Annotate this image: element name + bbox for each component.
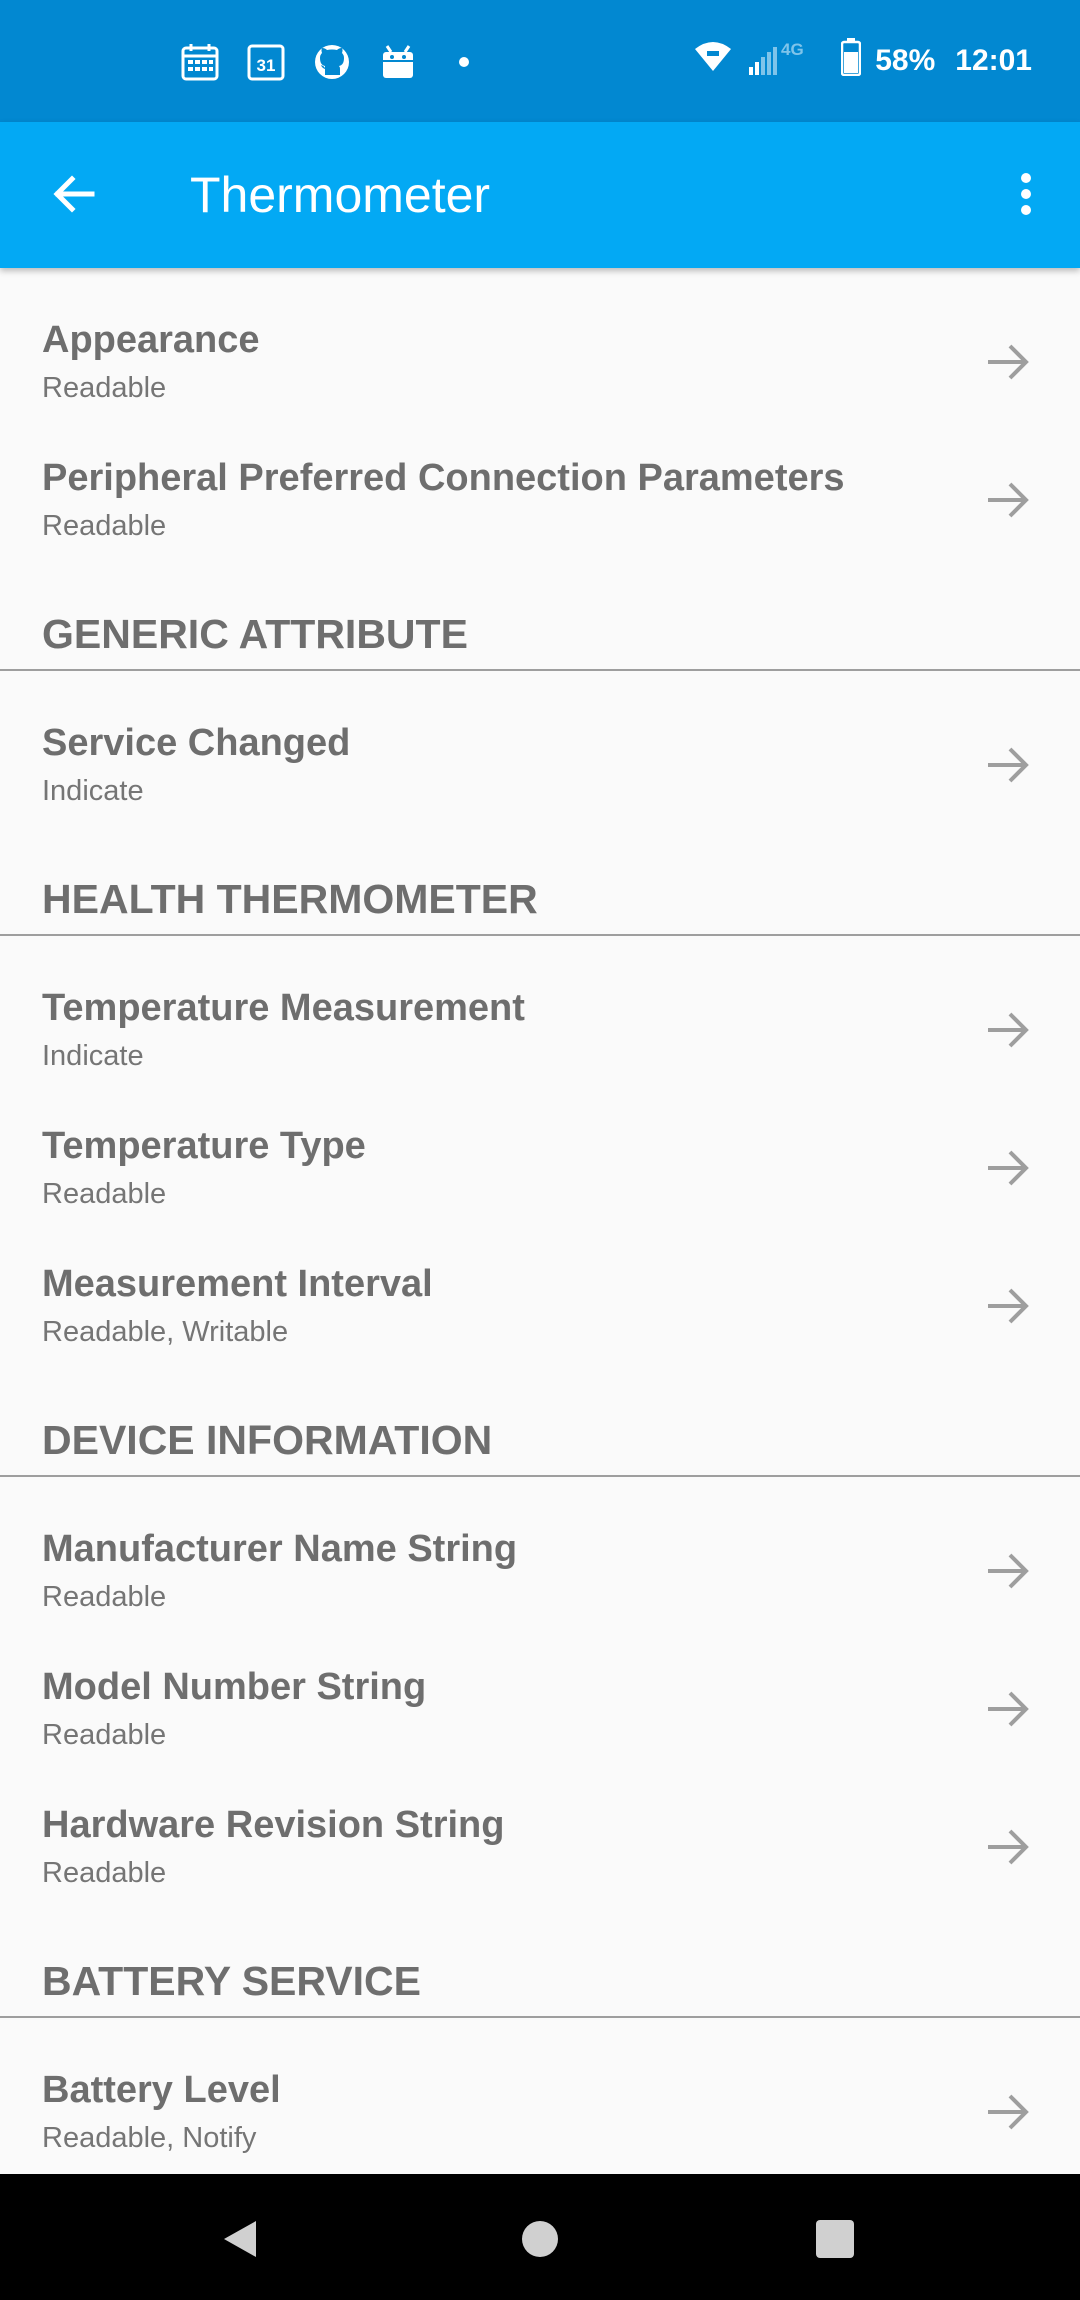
back-triangle-icon bbox=[224, 2221, 256, 2257]
android-icon bbox=[378, 42, 418, 82]
back-button[interactable] bbox=[46, 166, 102, 222]
github-icon bbox=[312, 42, 352, 82]
characteristic-properties: Readable, Notify bbox=[42, 2122, 257, 2154]
characteristic-name: Manufacturer Name String bbox=[42, 1528, 518, 1570]
section-header-generic-attribute: GENERIC ATTRIBUTE bbox=[0, 544, 1080, 671]
characteristic-name: Appearance bbox=[42, 319, 260, 361]
characteristic-properties: Readable bbox=[42, 372, 167, 404]
overflow-menu-button[interactable] bbox=[994, 162, 1058, 226]
characteristic-peripheral-preferred-connection-parameters[interactable]: Peripheral Preferred Connection Paramete… bbox=[0, 406, 1080, 544]
characteristic-properties: Readable bbox=[42, 1719, 167, 1751]
characteristic-hardware-revision-string[interactable]: Hardware Revision String Readable bbox=[0, 1753, 1080, 1891]
characteristic-name: Battery Level bbox=[42, 2069, 281, 2111]
arrow-left-icon bbox=[53, 175, 95, 213]
characteristic-name: Model Number String bbox=[42, 1666, 427, 1708]
svg-text:31: 31 bbox=[257, 56, 276, 75]
characteristics-list: Appearance Readable Peripheral Preferred… bbox=[0, 268, 1080, 2156]
section-label: BATTERY SERVICE bbox=[42, 1958, 421, 2004]
section-label: HEALTH THERMOMETER bbox=[42, 876, 538, 922]
wifi-icon bbox=[693, 39, 733, 83]
characteristic-battery-level[interactable]: Battery Level Readable, Notify bbox=[0, 2018, 1080, 2156]
characteristic-properties: Readable bbox=[42, 510, 167, 542]
arrow-right-icon bbox=[988, 747, 1029, 783]
calendar-icon bbox=[180, 42, 220, 82]
characteristic-model-number-string[interactable]: Model Number String Readable bbox=[0, 1615, 1080, 1753]
arrow-right-icon bbox=[988, 1150, 1029, 1186]
arrow-right-icon bbox=[988, 1012, 1029, 1048]
status-indicators: 4G 58% 12:01 bbox=[693, 36, 1032, 86]
section-header-health-thermometer: HEALTH THERMOMETER bbox=[0, 809, 1080, 936]
nav-recents-button[interactable] bbox=[810, 2214, 860, 2264]
home-circle-icon bbox=[522, 2221, 558, 2257]
svg-text:4G: 4G bbox=[781, 40, 804, 59]
characteristic-properties: Readable bbox=[42, 1178, 167, 1210]
nav-home-button[interactable] bbox=[515, 2214, 565, 2264]
arrow-right-icon bbox=[988, 1691, 1029, 1727]
app-bar: Thermometer bbox=[0, 122, 1080, 268]
nav-back-button[interactable] bbox=[215, 2214, 265, 2264]
characteristic-name: Hardware Revision String bbox=[42, 1804, 505, 1846]
section-label: GENERIC ATTRIBUTE bbox=[42, 611, 468, 657]
characteristic-properties: Readable bbox=[42, 1581, 167, 1613]
recents-square-icon bbox=[816, 2220, 854, 2258]
characteristic-properties: Readable, Writable bbox=[42, 1316, 289, 1348]
arrow-right-icon bbox=[988, 344, 1029, 380]
characteristic-properties: Indicate bbox=[42, 1040, 144, 1072]
characteristic-name: Temperature Type bbox=[42, 1125, 366, 1167]
characteristic-measurement-interval[interactable]: Measurement Interval Readable, Writable bbox=[0, 1212, 1080, 1350]
characteristic-appearance[interactable]: Appearance Readable bbox=[0, 268, 1080, 406]
more-vert-icon bbox=[1021, 173, 1031, 215]
battery-percent: 58% bbox=[875, 44, 936, 77]
section-label: DEVICE INFORMATION bbox=[42, 1417, 493, 1463]
arrow-right-icon bbox=[988, 482, 1029, 518]
notification-icons: 31 bbox=[180, 40, 484, 84]
characteristic-name: Peripheral Preferred Connection Paramete… bbox=[42, 457, 845, 499]
characteristic-properties: Readable bbox=[42, 1857, 167, 1889]
battery-icon bbox=[840, 38, 862, 84]
characteristic-temperature-type[interactable]: Temperature Type Readable bbox=[0, 1074, 1080, 1212]
characteristic-properties: Indicate bbox=[42, 775, 144, 807]
characteristic-service-changed[interactable]: Service Changed Indicate bbox=[0, 671, 1080, 809]
arrow-right-icon bbox=[988, 1288, 1029, 1324]
section-header-battery-service: BATTERY SERVICE bbox=[0, 1891, 1080, 2018]
status-bar: 31 4G 58% 12:01 bbox=[0, 0, 1080, 122]
characteristic-name: Temperature Measurement bbox=[42, 987, 525, 1029]
dot-icon bbox=[444, 42, 484, 82]
characteristic-name: Measurement Interval bbox=[42, 1263, 433, 1305]
clock: 12:01 bbox=[955, 44, 1032, 77]
arrow-right-icon bbox=[988, 1829, 1029, 1865]
calendar-31-icon: 31 bbox=[246, 42, 286, 82]
characteristic-manufacturer-name-string[interactable]: Manufacturer Name String Readable bbox=[0, 1477, 1080, 1615]
signal-icon: 4G bbox=[747, 37, 827, 85]
characteristic-temperature-measurement[interactable]: Temperature Measurement Indicate bbox=[0, 936, 1080, 1074]
arrow-right-icon bbox=[988, 2094, 1029, 2130]
system-navigation-bar bbox=[0, 2174, 1080, 2300]
arrow-right-icon bbox=[988, 1553, 1029, 1589]
characteristic-name: Service Changed bbox=[42, 722, 351, 764]
page-title: Thermometer bbox=[190, 167, 491, 223]
section-header-device-information: DEVICE INFORMATION bbox=[0, 1350, 1080, 1477]
